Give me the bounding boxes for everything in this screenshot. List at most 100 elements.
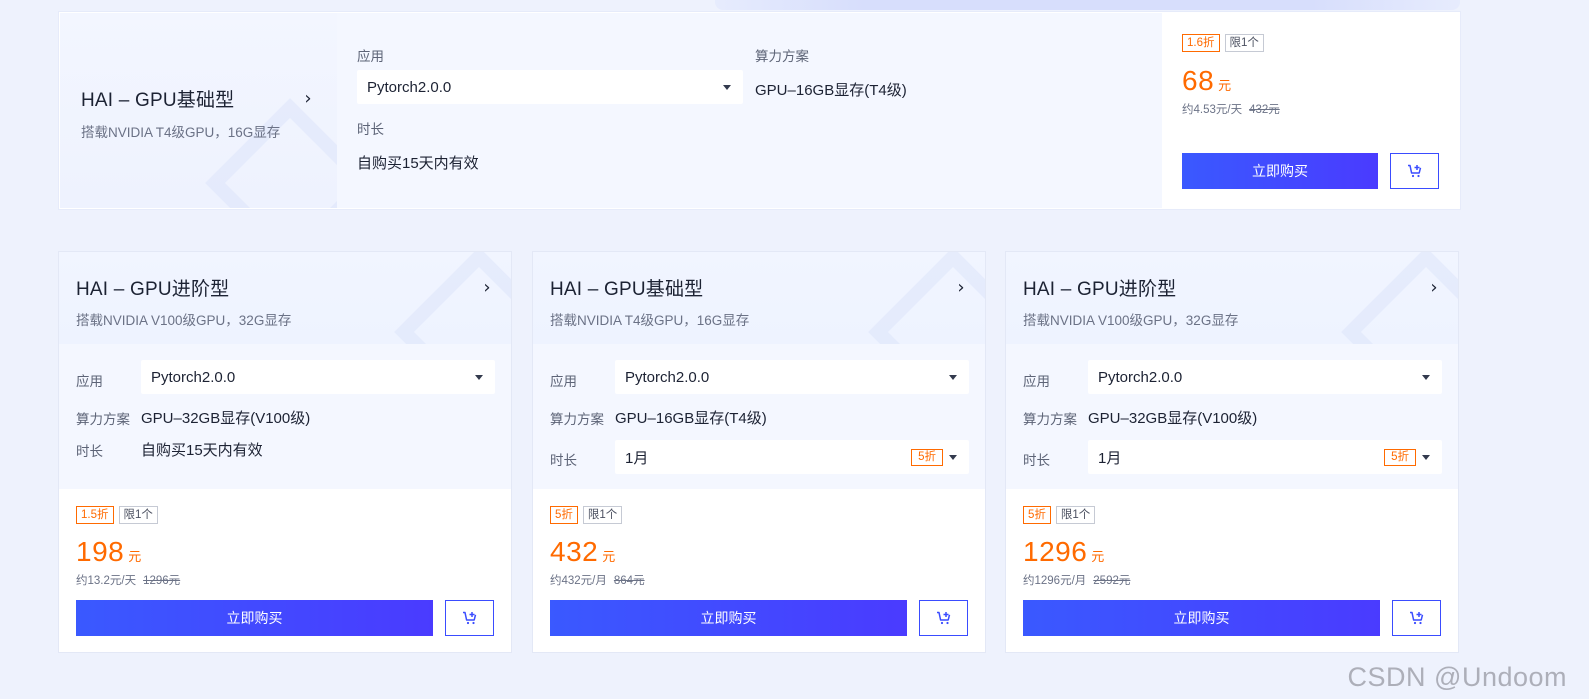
compute-value: GPU–32GB显存(V100级) (1088, 410, 1258, 427)
app-label: 应用 (1023, 374, 1050, 389)
chevron-right-icon[interactable]: › (1427, 277, 1441, 298)
chevron-right-icon[interactable]: › (480, 277, 494, 298)
product-header[interactable]: HAI – GPU进阶型 › 搭载NVIDIA V100级GPU，32G显存 (1006, 252, 1458, 344)
buy-now-button[interactable]: 立即购买 (76, 600, 433, 636)
app-label: 应用 (357, 49, 384, 64)
title-row[interactable]: HAI – GPU基础型 › (550, 274, 968, 301)
duration-value: 自购买15天内有效 (357, 155, 479, 172)
app-label: 应用 (550, 374, 577, 389)
original-price: 2592元 (1093, 575, 1131, 587)
compute-value: GPU–16GB显存(T4级) (755, 82, 907, 99)
per-unit-price: 约1296元/月 (1023, 575, 1087, 587)
price-unit: 元 (128, 549, 142, 564)
price-detail: 约432元/月 864元 (550, 572, 645, 588)
per-unit-price: 约13.2元/天 (76, 575, 137, 587)
product-card-wide: HAI – GPU基础型 › 搭载NVIDIA T4级GPU，16G显存 应用 … (59, 12, 1460, 209)
top-glow-decoration (715, 0, 1460, 10)
config-section: 应用 Pytorch2.0.0 算力方案 GPU–32GB显存(V100级) 时… (1006, 344, 1458, 489)
price-unit: 元 (1091, 549, 1105, 564)
cart-add-icon (1409, 611, 1423, 625)
buy-now-button[interactable]: 立即购买 (1182, 153, 1378, 189)
duration-label: 时长 (76, 444, 103, 459)
add-to-cart-button[interactable] (445, 600, 494, 636)
add-to-cart-button[interactable] (919, 600, 968, 636)
config-section: 应用 Pytorch2.0.0 算力方案 GPU–16GB显存(T4级) 时长 … (533, 344, 985, 489)
price: 68 元 (1182, 65, 1231, 97)
product-title: HAI – GPU基础型 (81, 90, 235, 111)
add-to-cart-button[interactable] (1392, 600, 1441, 636)
title-row[interactable]: HAI – GPU基础型 › (81, 85, 315, 112)
per-unit-price: 约4.53元/天 (1182, 104, 1243, 116)
original-price: 864元 (613, 575, 645, 587)
price-detail: 约1296元/月 2592元 (1023, 572, 1130, 588)
compute-value: GPU–16GB显存(T4级) (615, 410, 767, 427)
caret-down-icon (949, 455, 957, 460)
product-title: HAI – GPU进阶型 (76, 279, 230, 300)
title-row[interactable]: HAI – GPU进阶型 › (76, 274, 494, 301)
buy-now-button[interactable]: 立即购买 (550, 600, 907, 636)
duration-label: 时长 (550, 453, 577, 468)
compute-value: GPU–32GB显存(V100级) (141, 410, 311, 427)
limit-tag: 限1个 (582, 506, 623, 524)
app-select[interactable]: Pytorch2.0.0 (141, 360, 495, 394)
app-select[interactable]: Pytorch2.0.0 (357, 70, 743, 104)
compute-label: 算力方案 (755, 49, 809, 64)
cart-add-icon (462, 611, 476, 625)
caret-down-icon (949, 375, 957, 380)
title-row[interactable]: HAI – GPU进阶型 › (1023, 274, 1441, 301)
chevron-right-icon[interactable]: › (301, 88, 315, 109)
per-unit-price: 约432元/月 (550, 575, 607, 587)
buy-now-button[interactable]: 立即购买 (1023, 600, 1380, 636)
cart-add-icon (936, 611, 950, 625)
duration-select-value: 1月 (1098, 449, 1122, 467)
app-select[interactable]: Pytorch2.0.0 (615, 360, 969, 394)
product-subtitle: 搭载NVIDIA T4级GPU，16G显存 (550, 313, 750, 328)
config-section: 应用 Pytorch2.0.0 算力方案 GPU–32GB显存(V100级) 时… (59, 344, 511, 489)
caret-down-icon (1422, 455, 1430, 460)
price-number: 198 (76, 536, 125, 567)
original-price: 432元 (1249, 104, 1280, 116)
purchase-panel: 1.6折 限1个 68 元 约4.53元/天 432元 立即购买 (1162, 13, 1460, 208)
duration-select-value: 1月 (625, 449, 649, 467)
app-select-value: Pytorch2.0.0 (625, 368, 710, 386)
price-number: 68 (1182, 65, 1215, 96)
product-subtitle: 搭载NVIDIA V100级GPU，32G显存 (76, 313, 292, 328)
product-title: HAI – GPU基础型 (550, 279, 704, 300)
limit-tag: 限1个 (118, 506, 158, 524)
tag-group: 5折 限1个 (550, 506, 623, 524)
product-header[interactable]: HAI – GPU基础型 › 搭载NVIDIA T4级GPU，16G显存 (533, 252, 985, 344)
watermark: CSDN @Undoom (1347, 662, 1567, 692)
app-select-value: Pytorch2.0.0 (1098, 368, 1183, 386)
product-subtitle: 搭载NVIDIA T4级GPU，16G显存 (81, 125, 281, 140)
add-to-cart-button[interactable] (1390, 153, 1439, 189)
compute-label: 算力方案 (1023, 412, 1077, 427)
caret-down-icon (723, 85, 731, 90)
compute-label: 算力方案 (550, 412, 604, 427)
product-subtitle: 搭载NVIDIA V100级GPU，32G显存 (1023, 313, 1239, 328)
price-detail: 约13.2元/天 1296元 (76, 572, 180, 588)
cart-add-icon (1407, 164, 1421, 178)
app-select[interactable]: Pytorch2.0.0 (1088, 360, 1442, 394)
tag-group: 1.6折 限1个 (1182, 34, 1264, 52)
duration-label: 时长 (357, 122, 384, 137)
limit-tag: 限1个 (1055, 506, 1096, 524)
background-decoration (205, 98, 337, 208)
product-card: HAI – GPU基础型 › 搭载NVIDIA T4级GPU，16G显存 应用 … (532, 251, 986, 653)
app-label: 应用 (76, 374, 103, 389)
price-detail: 约4.53元/天 432元 (1182, 101, 1280, 117)
compute-label: 算力方案 (76, 412, 130, 427)
duration-discount-tag: 5折 (911, 449, 943, 466)
tag-group: 5折 限1个 (1023, 506, 1096, 524)
duration-label: 时长 (1023, 453, 1050, 468)
duration-select[interactable]: 1月 5折 (615, 440, 969, 474)
chevron-right-icon[interactable]: › (954, 277, 968, 298)
product-header[interactable]: HAI – GPU基础型 › 搭载NVIDIA T4级GPU，16G显存 (60, 13, 337, 208)
duration-value: 自购买15天内有效 (141, 442, 263, 459)
duration-select[interactable]: 1月 5折 (1088, 440, 1442, 474)
discount-tag: 1.6折 (1182, 34, 1220, 52)
app-select-value: Pytorch2.0.0 (151, 368, 236, 386)
original-price: 1296元 (143, 575, 181, 587)
discount-tag: 5折 (1023, 506, 1051, 524)
price-number: 432 (550, 536, 599, 567)
product-header[interactable]: HAI – GPU进阶型 › 搭载NVIDIA V100级GPU，32G显存 (59, 252, 511, 344)
